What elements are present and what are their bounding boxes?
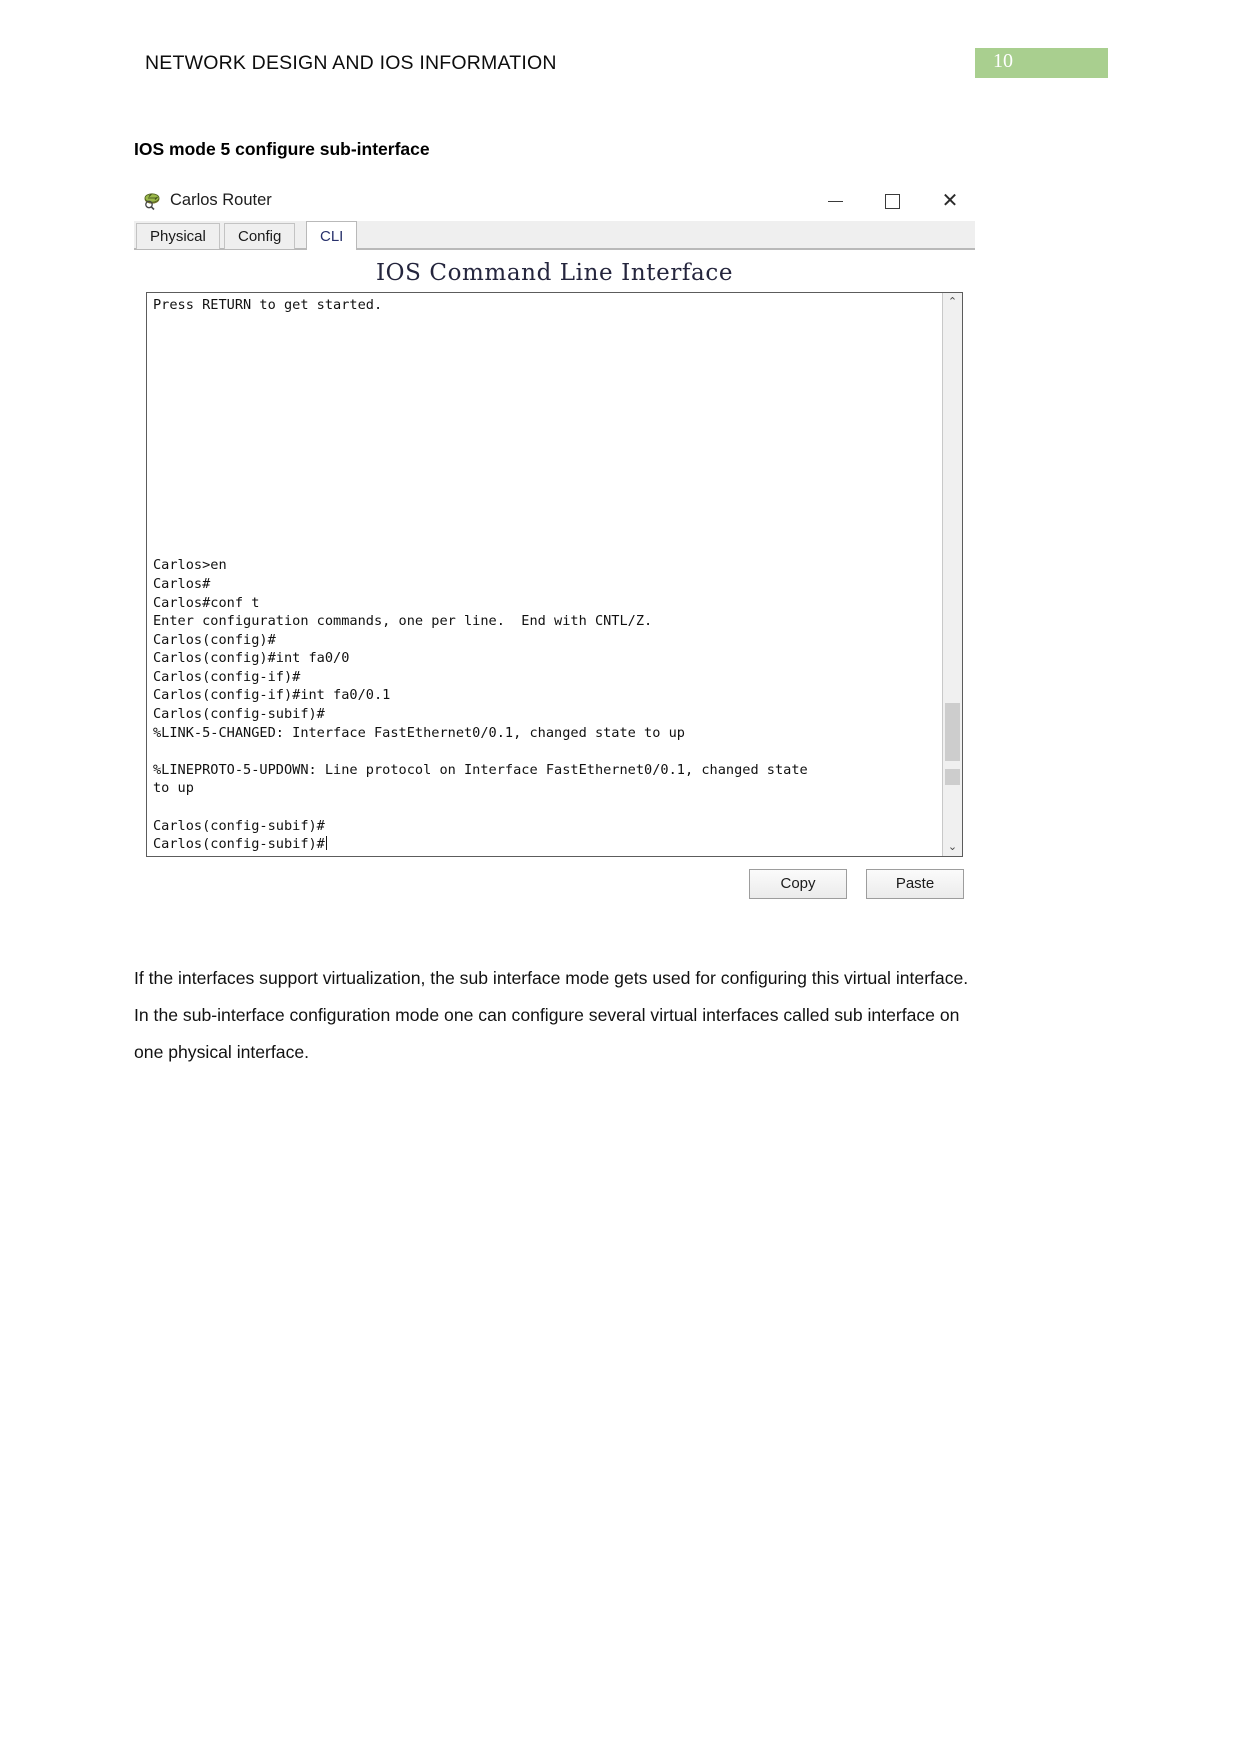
terminal-line: Carlos(config)#int fa0/0 (153, 650, 350, 667)
page-header: NETWORK DESIGN AND IOS INFORMATION 10 (0, 48, 1241, 88)
scroll-down-icon[interactable]: ⌄ (943, 838, 962, 856)
terminal-button-row: Copy Paste (134, 857, 975, 909)
page-header-title: NETWORK DESIGN AND IOS INFORMATION (145, 52, 557, 74)
terminal-line: %LINEPROTO-5-UPDOWN: Line protocol on In… (153, 761, 808, 778)
cli-heading: IOS Command Line Interface (134, 250, 975, 292)
tab-cli[interactable]: CLI (306, 221, 358, 250)
window-titlebar: Carlos Router ✕ (134, 183, 975, 221)
section-heading: IOS mode 5 configure sub-interface (134, 139, 430, 159)
terminal-scrollbar[interactable]: ⌃ ⌄ (942, 293, 962, 856)
terminal-output[interactable]: Press RETURN to get started. Carlos>en Ca… (147, 293, 943, 856)
terminal-line: Carlos# (153, 575, 211, 592)
maximize-icon[interactable] (875, 187, 909, 215)
body-paragraph: If the interfaces support virtualization… (134, 968, 969, 1062)
terminal-line: Carlos(config)# (153, 631, 276, 648)
terminal-line: Carlos#conf t (153, 594, 260, 611)
copy-button[interactable]: Copy (749, 869, 847, 899)
tab-config[interactable]: Config (224, 223, 296, 249)
terminal-line: Carlos(config-if)#int fa0/0.1 (153, 687, 391, 704)
page-number-text: 10 (993, 50, 1013, 72)
router-icon (143, 191, 163, 211)
tabstrip: Physical Config CLI (134, 221, 975, 250)
terminal-line: Press RETURN to get started. (153, 297, 383, 313)
terminal-line: Carlos>en (153, 557, 227, 574)
minimize-icon[interactable] (818, 187, 852, 215)
terminal-cursor (325, 836, 327, 851)
terminal-line: %LINK-5-CHANGED: Interface FastEthernet0… (153, 724, 685, 741)
scrollbar-thumb-lower[interactable] (945, 769, 960, 785)
scroll-up-icon[interactable]: ⌃ (943, 293, 962, 311)
terminal-line: Enter configuration commands, one per li… (153, 613, 653, 630)
paste-button[interactable]: Paste (866, 869, 964, 899)
scrollbar-thumb[interactable] (945, 703, 960, 761)
terminal-line: Carlos(config-subif)# (153, 706, 325, 723)
terminal-line: to up (153, 780, 194, 797)
terminal-prompt-line: Carlos(config-subif)# (153, 836, 327, 853)
page-number-badge: 10 (975, 48, 1108, 78)
terminal-wrapper: Press RETURN to get started. Carlos>en Ca… (146, 292, 963, 857)
tab-physical[interactable]: Physical (136, 223, 220, 249)
close-icon[interactable]: ✕ (933, 187, 967, 215)
window-title: Carlos Router (170, 191, 272, 209)
terminal-line: Carlos(config-subif)# (153, 817, 325, 834)
terminal-line: Carlos(config-if)# (153, 668, 301, 685)
router-window: Carlos Router ✕ Physical Config CLI IOS … (134, 183, 975, 909)
